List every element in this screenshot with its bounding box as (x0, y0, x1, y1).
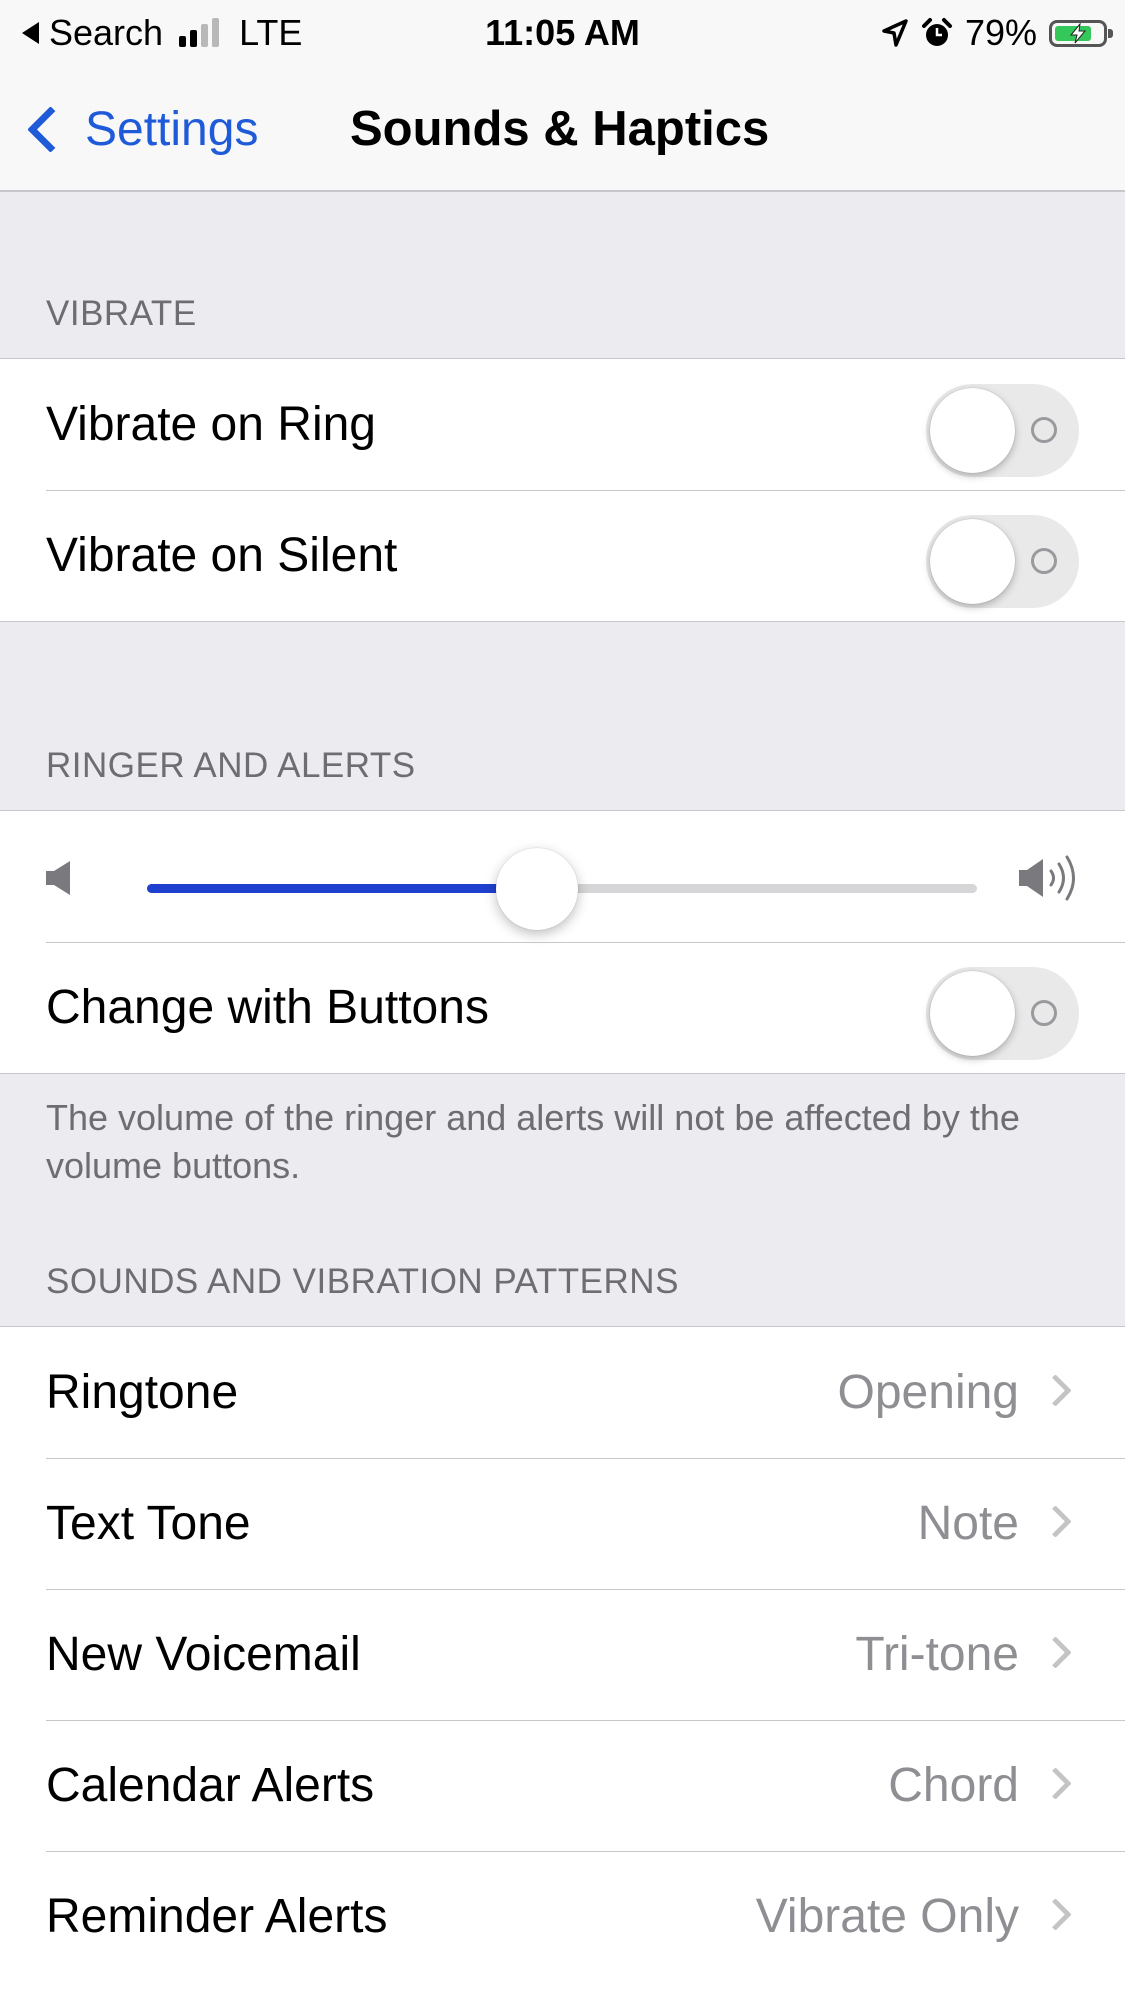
row-value: Tri-tone (855, 1628, 1019, 1681)
back-button[interactable]: Settings (26, 96, 258, 162)
row-label: Calendar Alerts (46, 1759, 375, 1812)
calendar-alerts-row[interactable]: Calendar Alerts Chord (0, 1720, 1125, 1851)
row-value: Vibrate Only (755, 1890, 1019, 1943)
ringer-group: Change with Buttons (0, 810, 1125, 1074)
row-label: Text Tone (46, 1497, 251, 1550)
toggle-off-indicator (1031, 417, 1057, 443)
change-with-buttons-toggle[interactable] (926, 967, 1079, 1060)
chevron-right-icon (1039, 1898, 1072, 1931)
volume-high-icon (1019, 855, 1075, 901)
volume-slider-fill (147, 884, 538, 893)
toggle-knob (930, 971, 1015, 1056)
chevron-left-icon (27, 105, 74, 153)
row-label: New Voicemail (46, 1628, 361, 1681)
status-right: 79% (881, 10, 1113, 56)
battery-charging-icon (1049, 19, 1113, 47)
charging-bolt-icon (1069, 22, 1087, 43)
battery-percent: 79% (964, 12, 1037, 53)
toggle-off-indicator (1031, 1000, 1057, 1026)
row-label: Change with Buttons (46, 981, 489, 1034)
vibrate-on-silent-toggle[interactable] (926, 515, 1079, 608)
reminder-alerts-row[interactable]: Reminder Alerts Vibrate Only (0, 1851, 1125, 1982)
status-bar: Search LTE 11:05 AM 79% (0, 0, 1125, 66)
row-label: Vibrate on Ring (46, 398, 376, 451)
row-label: Reminder Alerts (46, 1890, 388, 1943)
volume-slider-row (0, 811, 1125, 942)
toggle-knob (930, 519, 1015, 604)
volume-low-icon (46, 861, 70, 895)
row-value: Chord (888, 1759, 1019, 1812)
vibrate-on-ring-toggle[interactable] (926, 384, 1079, 477)
row-label: Ringtone (46, 1366, 239, 1419)
vibrate-on-silent-row: Vibrate on Silent (0, 490, 1125, 621)
new-voicemail-row[interactable]: New Voicemail Tri-tone (0, 1589, 1125, 1720)
text-tone-row[interactable]: Text Tone Note (0, 1458, 1125, 1589)
row-value: Note (917, 1497, 1019, 1550)
section-header-sounds: SOUNDS AND VIBRATION PATTERNS (46, 1262, 679, 1301)
navigation-bar: Settings Sounds & Haptics (0, 66, 1125, 192)
toggle-off-indicator (1031, 548, 1057, 574)
section-header-ringer: RINGER AND ALERTS (46, 746, 416, 785)
ringtone-row[interactable]: Ringtone Opening (0, 1327, 1125, 1458)
battery-nub (1108, 28, 1113, 38)
row-label: Vibrate on Silent (46, 529, 398, 582)
chevron-right-icon (1039, 1374, 1072, 1407)
page-title: Sounds & Haptics (350, 102, 770, 156)
row-value: Opening (837, 1366, 1019, 1419)
chevron-right-icon (1039, 1505, 1072, 1538)
change-with-buttons-row: Change with Buttons (0, 942, 1125, 1073)
back-button-label: Settings (85, 102, 259, 156)
sounds-group: Ringtone Opening Text Tone Note New Voic… (0, 1326, 1125, 2006)
vibrate-on-ring-row: Vibrate on Ring (0, 359, 1125, 490)
section-header-vibrate: VIBRATE (46, 294, 197, 333)
ringer-footer-note: The volume of the ringer and alerts will… (46, 1097, 1020, 1186)
chevron-right-icon (1039, 1767, 1072, 1800)
vibrate-group: Vibrate on Ring Vibrate on Silent (0, 358, 1125, 622)
alarm-icon (921, 18, 952, 46)
toggle-knob (930, 388, 1015, 473)
volume-slider-thumb[interactable] (496, 848, 579, 930)
location-arrow-icon (882, 19, 908, 47)
chevron-right-icon (1039, 1636, 1072, 1669)
